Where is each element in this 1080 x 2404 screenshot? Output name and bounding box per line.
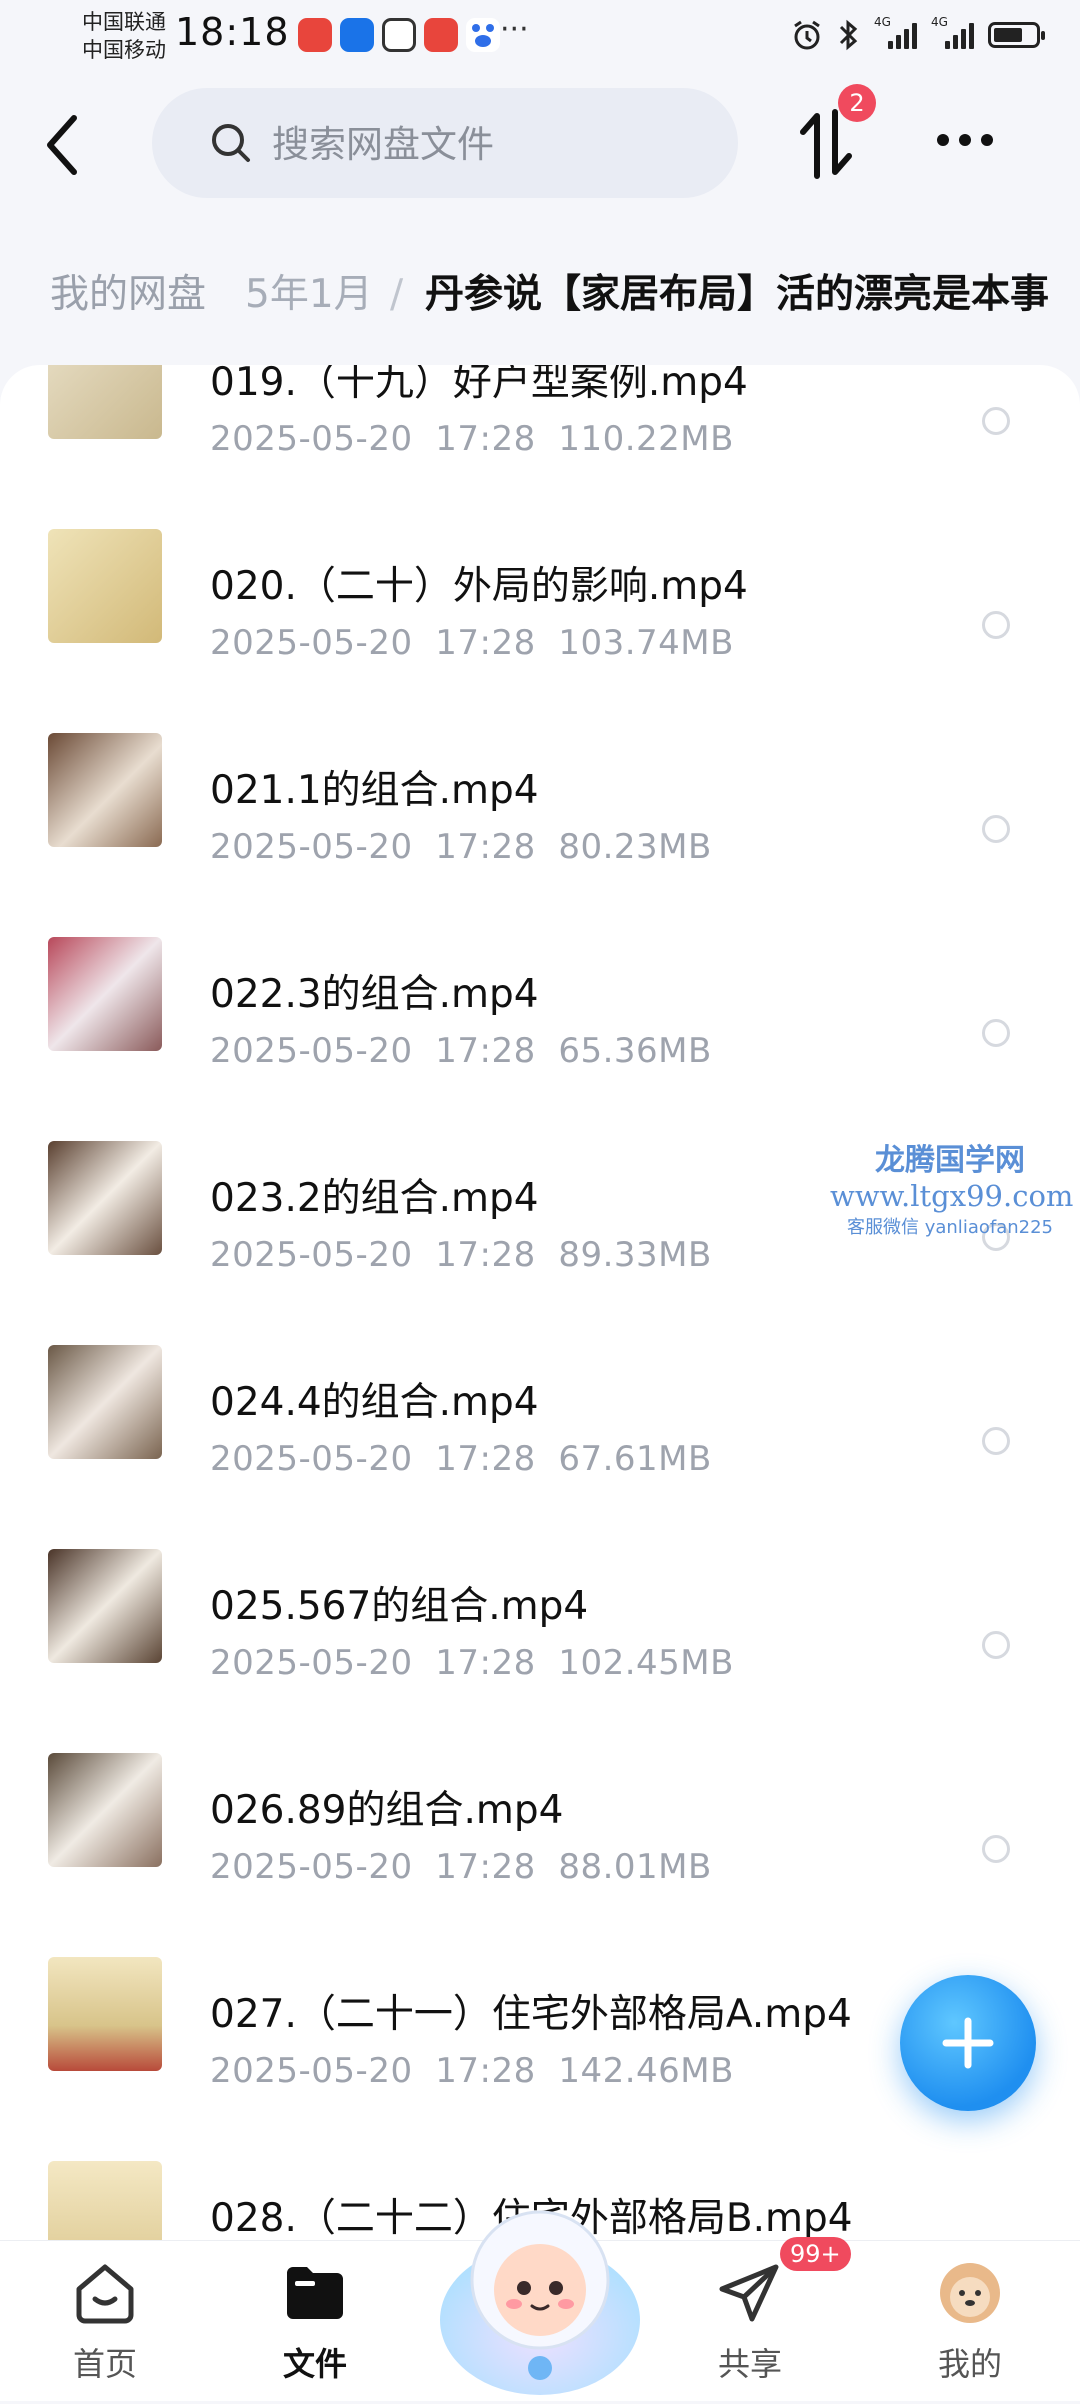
- clock: 18:18: [175, 10, 290, 54]
- file-thumbnail: [48, 2161, 162, 2240]
- alarm-icon: [794, 20, 820, 50]
- carrier-info: 中国联通 中国移动: [82, 8, 166, 64]
- battery-icon: [988, 22, 1045, 48]
- back-button[interactable]: [40, 110, 90, 180]
- file-meta: 2025-05-20 17:28 142.46MB: [210, 2051, 734, 2091]
- notification-app-icon: [424, 18, 458, 52]
- carrier-2: 中国移动: [82, 38, 166, 62]
- notification-app-icon: [340, 18, 374, 52]
- file-thumbnail: [48, 1549, 162, 1663]
- file-row[interactable]: 024.4的组合.mp4 2025-05-20 17:28 67.61MB: [0, 1345, 1080, 1549]
- transfer-badge: 2: [838, 84, 876, 122]
- file-thumbnail: [48, 733, 162, 847]
- file-meta: 2025-05-20 17:28 80.23MB: [210, 827, 712, 867]
- system-icons: 4G 4G: [790, 15, 1045, 52]
- breadcrumb-separator: /: [390, 272, 404, 317]
- search-icon: [212, 124, 250, 162]
- select-radio[interactable]: [982, 815, 1010, 843]
- file-name: 027.（二十一）住宅外部格局A.mp4: [210, 1992, 852, 2037]
- tab-label: 我的: [937, 2345, 1002, 2383]
- plus-icon: [942, 2017, 994, 2069]
- file-meta: 2025-05-20 17:28 110.22MB: [210, 419, 734, 459]
- signal-1: 4G: [874, 15, 917, 49]
- breadcrumb: 5年1月 / 丹参说【家居布局】活的漂亮是本事 我的网盘: [0, 255, 1080, 335]
- select-radio[interactable]: [982, 1631, 1010, 1659]
- more-options-button[interactable]: [935, 130, 995, 150]
- file-row[interactable]: 022.3的组合.mp4 2025-05-20 17:28 65.36MB: [0, 937, 1080, 1141]
- breadcrumb-item[interactable]: 5年1月: [245, 255, 373, 335]
- tab-label: 共享: [717, 2345, 782, 2383]
- file-thumbnail: [48, 1141, 162, 1255]
- file-thumbnail: [48, 529, 162, 643]
- chevron-left-icon: [47, 115, 77, 175]
- breadcrumb-current: 丹参说【家居布局】活的漂亮是本事: [425, 272, 1050, 317]
- share-badge: 99+: [780, 2237, 851, 2271]
- tab-mine[interactable]: 我的: [880, 2241, 1060, 2401]
- tab-files[interactable]: 文件: [225, 2241, 405, 2401]
- tab-label: 文件: [282, 2345, 347, 2383]
- file-meta: 2025-05-20 17:28 89.33MB: [210, 1235, 712, 1275]
- file-row[interactable]: 020.（二十）外局的影响.mp4 2025-05-20 17:28 103.7…: [0, 529, 1080, 733]
- paper-plane-icon: [719, 2264, 779, 2322]
- file-meta: 2025-05-20 17:28 65.36MB: [210, 1031, 712, 1071]
- file-meta: 2025-05-20 17:28 103.74MB: [210, 623, 734, 663]
- baidu-paw-icon: [466, 18, 500, 52]
- file-row[interactable]: 023.2的组合.mp4 2025-05-20 17:28 89.33MB: [0, 1141, 1080, 1345]
- file-thumbnail: [48, 1753, 162, 1867]
- breadcrumb-root[interactable]: 我的网盘: [20, 255, 237, 335]
- notification-app-icon: [298, 18, 332, 52]
- signal-2: 4G: [931, 15, 974, 49]
- file-row[interactable]: 019.（十九）好户型案例.mp4 2025-05-20 17:28 110.2…: [0, 365, 1080, 529]
- search-input[interactable]: [270, 108, 714, 180]
- mascot-icon: [440, 2210, 640, 2395]
- file-meta: 2025-05-20 17:28 102.45MB: [210, 1643, 734, 1683]
- tab-label: 首页: [72, 2345, 137, 2383]
- file-name: 026.89的组合.mp4: [210, 1788, 564, 1833]
- file-name: 021.1的组合.mp4: [210, 768, 539, 813]
- select-radio[interactable]: [982, 611, 1010, 639]
- status-bar: 中国联通 中国移动 18:18 ··· 4G 4G: [0, 0, 1080, 72]
- carrier-1: 中国联通: [82, 10, 166, 34]
- add-button[interactable]: [900, 1975, 1036, 2111]
- file-name: 022.3的组合.mp4: [210, 972, 539, 1017]
- select-radio[interactable]: [982, 1223, 1010, 1251]
- folder-icon: [287, 2267, 343, 2319]
- file-meta: 2025-05-20 17:28 67.61MB: [210, 1439, 712, 1479]
- file-thumbnail: [48, 937, 162, 1051]
- file-row[interactable]: 026.89的组合.mp4 2025-05-20 17:28 88.01MB: [0, 1753, 1080, 1957]
- avatar-icon: [940, 2263, 1000, 2323]
- network-type: 4G: [874, 15, 891, 29]
- file-thumbnail: [48, 1345, 162, 1459]
- file-meta: 2025-05-20 17:28 88.01MB: [210, 1847, 712, 1887]
- file-name: 019.（十九）好户型案例.mp4: [210, 365, 748, 405]
- network-type: 4G: [931, 15, 948, 29]
- search-bar[interactable]: [152, 88, 738, 198]
- more-notifications-icon: ···: [500, 12, 529, 47]
- file-name: 023.2的组合.mp4: [210, 1176, 539, 1221]
- select-radio[interactable]: [982, 407, 1010, 435]
- file-name: 025.567的组合.mp4: [210, 1584, 589, 1629]
- more-dots-icon: [937, 134, 993, 146]
- file-row[interactable]: 025.567的组合.mp4 2025-05-20 17:28 102.45MB: [0, 1549, 1080, 1753]
- file-list: 019.（十九）好户型案例.mp4 2025-05-20 17:28 110.2…: [0, 365, 1080, 2240]
- file-thumbnail: [48, 365, 162, 439]
- mascot-button[interactable]: [430, 2180, 650, 2400]
- file-name: 024.4的组合.mp4: [210, 1380, 539, 1425]
- select-radio[interactable]: [982, 1019, 1010, 1047]
- file-thumbnail: [48, 1957, 162, 2071]
- file-row[interactable]: 021.1的组合.mp4 2025-05-20 17:28 80.23MB: [0, 733, 1080, 937]
- notification-app-icon: [382, 18, 416, 52]
- home-icon: [76, 2264, 134, 2324]
- select-radio[interactable]: [982, 1427, 1010, 1455]
- bluetooth-icon: [839, 19, 858, 51]
- tab-home[interactable]: 首页: [15, 2241, 195, 2401]
- select-radio[interactable]: [982, 1835, 1010, 1863]
- file-name: 020.（二十）外局的影响.mp4: [210, 564, 748, 609]
